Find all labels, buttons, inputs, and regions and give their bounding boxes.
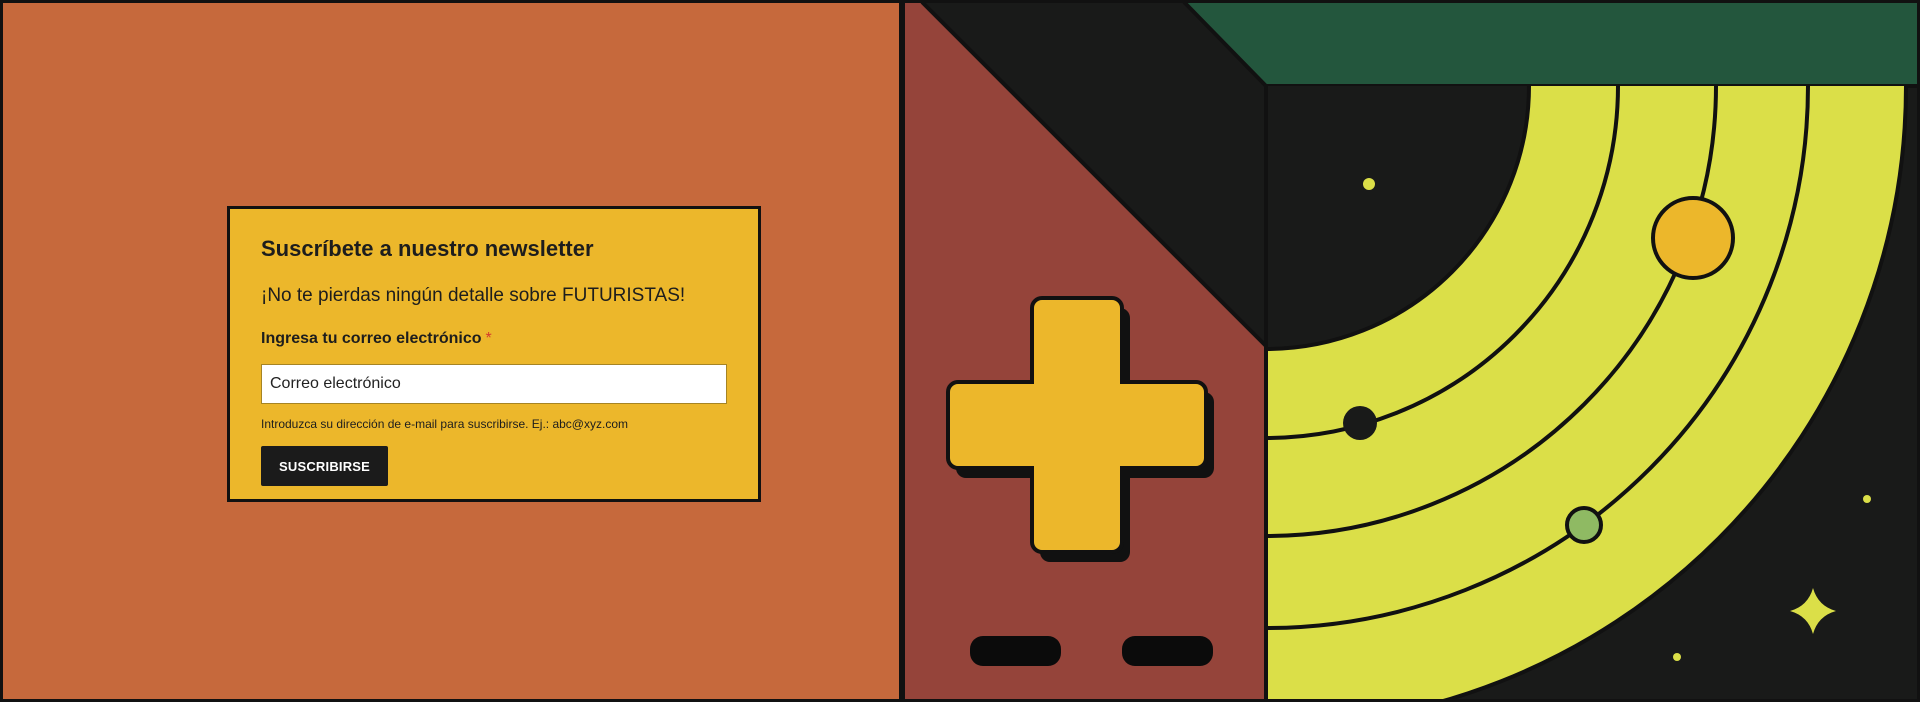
dot-star-icon	[1363, 178, 1375, 190]
page: Suscríbete a nuestro newsletter ¡No te p…	[0, 0, 1920, 702]
space-panel	[1182, 0, 1920, 702]
select-button-icon	[970, 636, 1061, 666]
dot-star-icon	[1673, 653, 1681, 661]
planet-green-icon	[1565, 506, 1603, 544]
gamepad-panel	[901, 0, 1268, 702]
planet-black-icon	[1343, 406, 1377, 440]
green-roof-shape	[1184, 0, 1920, 86]
decorative-artwork	[0, 0, 1920, 702]
start-button-icon	[1122, 636, 1213, 666]
dot-star-icon	[1863, 495, 1871, 503]
planet-orange-icon	[1651, 196, 1735, 280]
